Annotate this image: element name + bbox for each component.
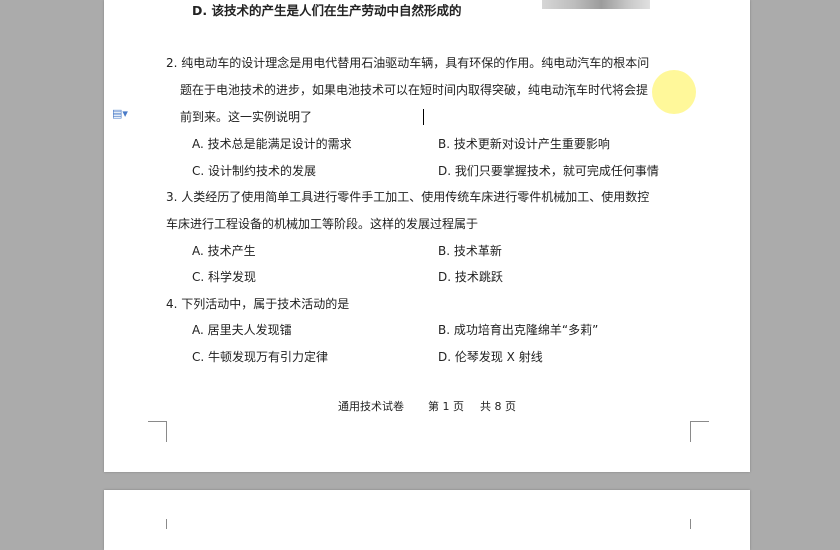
q3-option-c: C. 科学发现 [192, 270, 257, 284]
q4-option-c: C. 牛顿发现万有引力定律 [192, 350, 329, 364]
q3-option-d: D. 技术跳跃 [438, 270, 503, 284]
footer-page-number: 第 1 页 [428, 400, 464, 413]
q4-line-1: 4. 下列活动中，属于技术活动的是 [166, 297, 350, 311]
q2-option-c: C. 设计制约技术的发展 [192, 164, 317, 178]
q2-line-3: 前到来。这一实例说明了 [180, 110, 313, 124]
crop-mark-bottom-right [690, 421, 709, 442]
q4-option-b: B. 成功培育出克隆绵羊“多莉” [438, 323, 599, 337]
document-page-1[interactable]: D. 该技术的产生是人们在生产劳动中自然形成的 2. 纯电动车的设计理念是用电代… [104, 0, 750, 472]
footer-subject: 通用技术试卷 [338, 400, 404, 413]
q4-option-d: D. 伦琴发现 X 射线 [438, 350, 543, 364]
cursor-highlight [652, 70, 696, 114]
q2-option-b: B. 技术更新对设计产生重要影响 [438, 137, 610, 151]
document-options-icon[interactable]: ▤▾ [112, 107, 128, 120]
q2-option-a: A. 技术总是能满足设计的需求 [192, 137, 352, 151]
footer-total-pages: 共 8 页 [480, 400, 516, 413]
q2-line-2: 题在于电池技术的进步，如果电池技术可以在短时间内取得突破，纯电动汽车时代将会提 [180, 83, 649, 97]
q2-line-1: 2. 纯电动车的设计理念是用电代替用石油驱动车辆，具有环保的作用。纯电动汽车的根… [166, 56, 650, 70]
crop-mark-bottom-left [148, 421, 167, 442]
text-ibeam-cursor-icon: I [569, 86, 573, 101]
q3-option-b: B. 技术革新 [438, 244, 502, 258]
figure-image-fragment [542, 0, 650, 9]
q3-option-a: A. 技术产生 [192, 244, 256, 258]
q3-line-1: 3. 人类经历了使用简单工具进行零件手工加工、使用传统车床进行零件机械加工、使用… [166, 190, 650, 204]
prev-question-option-d: D. 该技术的产生是人们在生产劳动中自然形成的 [192, 3, 462, 18]
crop-mark-top-right [690, 519, 709, 529]
q4-option-a: A. 居里夫人发现镭 [192, 323, 292, 337]
text-caret [423, 109, 424, 125]
q2-option-d: D. 我们只要掌握技术，就可完成任何事情 [438, 164, 659, 178]
crop-mark-top-left [148, 519, 167, 529]
document-page-2[interactable] [104, 490, 750, 550]
q3-line-2: 车床进行工程设备的机械加工等阶段。这样的发展过程属于 [166, 217, 479, 231]
